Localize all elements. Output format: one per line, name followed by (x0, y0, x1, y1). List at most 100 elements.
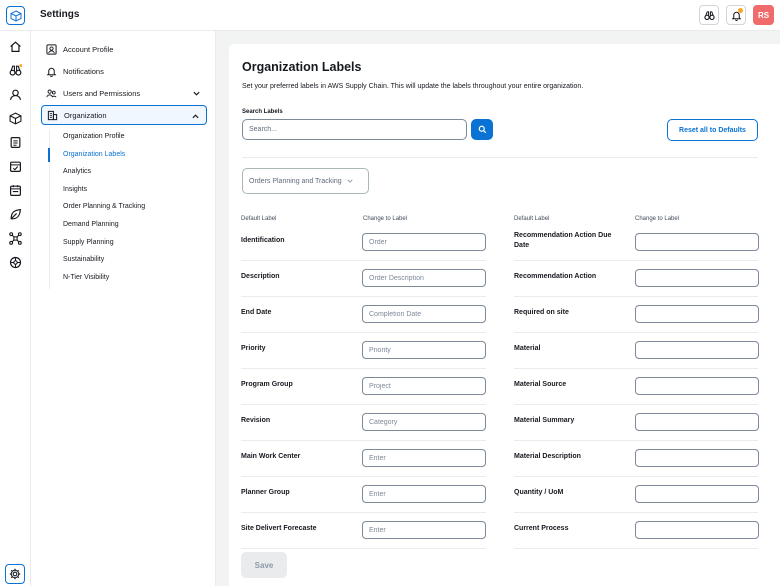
leaf-icon[interactable] (8, 207, 23, 222)
user-card-icon (45, 43, 57, 55)
binoculars-button[interactable] (699, 5, 719, 25)
default-label: End Date (241, 309, 272, 316)
change-label-input[interactable] (635, 269, 759, 287)
submenu-item-analytics[interactable]: Analytics (63, 168, 91, 175)
globe-icon[interactable] (8, 255, 23, 270)
network-icon[interactable] (8, 231, 23, 246)
label-row: Priority (241, 333, 486, 369)
notifications-button[interactable] (726, 5, 746, 25)
label-row: Main Work Center (241, 441, 486, 477)
default-label: Required on site (514, 309, 569, 316)
default-label: Program Group (241, 381, 293, 388)
sidebar-item-users-permissions[interactable]: Users and Permissions (41, 83, 207, 103)
submenu-item-organization-labels[interactable]: Organization Labels (63, 151, 125, 158)
chevron-up-icon (190, 111, 200, 121)
change-label-input[interactable] (635, 413, 759, 431)
change-label-input[interactable] (362, 413, 486, 431)
sidebar-item-notifications[interactable]: Notifications (41, 61, 207, 81)
search-icon (478, 125, 486, 134)
label-row: Planner Group (241, 477, 486, 513)
page-title: Settings (40, 9, 80, 20)
label-row: Description (241, 261, 486, 297)
label-row: Material Summary (514, 405, 759, 441)
label-row: Current Process (514, 513, 759, 549)
settings-button[interactable] (5, 564, 25, 584)
change-label-input[interactable] (635, 449, 759, 467)
sidebar-item-label: Users and Permissions (63, 88, 141, 98)
left-col-default-header: Default Label (241, 216, 277, 222)
calendar-icon[interactable] (8, 183, 23, 198)
building-icon (46, 109, 58, 121)
change-label-input[interactable] (362, 485, 486, 503)
default-label: Planner Group (241, 489, 290, 496)
default-label: Material Summary (514, 417, 575, 424)
change-label-input[interactable] (362, 269, 486, 287)
document-icon[interactable] (8, 135, 23, 150)
label-row: End Date (241, 297, 486, 333)
change-label-input[interactable] (635, 521, 759, 539)
submenu-item-sustainability[interactable]: Sustainability (63, 256, 104, 263)
default-label: Current Process (514, 525, 569, 532)
submenu-item-organization-profile[interactable]: Organization Profile (63, 133, 124, 140)
submenu-item-supply-planning[interactable]: Supply Planning (63, 239, 114, 246)
gear-icon (9, 568, 21, 580)
change-label-input[interactable] (362, 341, 486, 359)
change-label-input[interactable] (635, 233, 759, 251)
save-button[interactable]: Save (241, 552, 287, 578)
divider (242, 157, 758, 158)
submenu-item-demand-planning[interactable]: Demand Planning (63, 221, 119, 228)
top-bar: Settings RS (0, 0, 780, 31)
change-label-input[interactable] (635, 341, 759, 359)
change-label-input[interactable] (362, 233, 486, 251)
sidebar-item-label: Organization (64, 110, 107, 120)
binoculars-icon[interactable] (8, 63, 23, 78)
right-col-default-header: Default Label (514, 216, 550, 222)
change-label-input[interactable] (362, 305, 486, 323)
label-row: Material (514, 333, 759, 369)
submenu-item-insights[interactable]: Insights (63, 186, 87, 193)
label-row: Recommendation Action Due Date (514, 225, 759, 261)
box-icon[interactable] (8, 111, 23, 126)
change-label-input[interactable] (362, 377, 486, 395)
left-col-change-header: Change to Label (363, 216, 408, 222)
sidebar-item-account-profile[interactable]: Account Profile (41, 39, 207, 59)
label-row: Quantity / UoM (514, 477, 759, 513)
user-search-icon[interactable] (8, 87, 23, 102)
icon-rail (0, 31, 31, 586)
submenu-item-n-tier-visibility[interactable]: N-Tier Visibility (63, 274, 109, 281)
label-row: Required on site (514, 297, 759, 333)
default-label: Description (241, 273, 280, 280)
label-row: Revision (241, 405, 486, 441)
change-label-input[interactable] (362, 449, 486, 467)
default-label: Quantity / UoM (514, 489, 564, 496)
label-row: Material Source (514, 369, 759, 405)
binoculars-icon (703, 10, 715, 20)
reset-defaults-button[interactable]: Reset all to Defaults (667, 119, 758, 141)
default-label: Material Description (514, 453, 581, 460)
settings-sidebar: Account Profile Notifications Users and … (31, 31, 216, 586)
default-label: Material (514, 345, 541, 352)
change-label-input[interactable] (635, 305, 759, 323)
default-label: Recommendation Action (514, 273, 597, 280)
search-label: Search Labels (242, 109, 283, 115)
search-input[interactable] (242, 119, 467, 140)
sidebar-item-organization[interactable]: Organization (41, 105, 207, 125)
calendar-check-icon[interactable] (8, 159, 23, 174)
notification-dot (738, 8, 743, 13)
label-row: Site Delivert Forecaste (241, 513, 486, 549)
change-label-input[interactable] (362, 521, 486, 539)
default-label: Priority (241, 345, 266, 352)
default-label: Material Source (514, 381, 567, 388)
change-label-input[interactable] (635, 377, 759, 395)
main-panel: Organization Labels Set your preferred l… (229, 44, 780, 586)
search-button[interactable] (471, 119, 493, 140)
change-label-input[interactable] (635, 485, 759, 503)
label-row: Program Group (241, 369, 486, 405)
home-icon[interactable] (8, 39, 23, 54)
app-logo-icon[interactable] (6, 6, 25, 25)
right-col-change-header: Change to Label (635, 216, 680, 222)
module-select[interactable]: Orders Planning and Tracking (242, 168, 369, 194)
avatar[interactable]: RS (753, 5, 774, 25)
users-icon (45, 87, 57, 99)
submenu-item-order-planning[interactable]: Order Planning & Tracking (63, 203, 145, 210)
